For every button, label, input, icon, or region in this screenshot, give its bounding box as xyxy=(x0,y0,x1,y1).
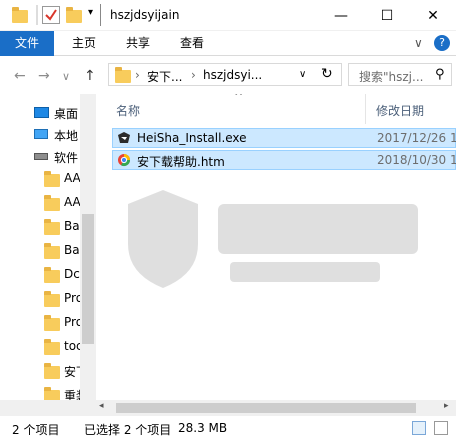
tab-view[interactable]: 查看 xyxy=(166,31,218,56)
address-separator: › xyxy=(191,68,196,82)
tab-share[interactable]: 共享 xyxy=(112,31,164,56)
exe-icon xyxy=(118,132,130,143)
file-row[interactable]: HeiSha_Install.exe 2017/12/26 15 xyxy=(112,128,456,148)
nav-item-label: AA xyxy=(64,171,81,185)
folder-icon xyxy=(44,195,60,211)
help-icon[interactable]: ? xyxy=(434,35,450,51)
navigation-bar: ← → ∨ ↑ › 安下... › hszjdsyi... ∨ ↻ 搜索"hsz… xyxy=(0,56,456,94)
address-bar[interactable]: › 安下... › hszjdsyi... ∨ ↻ xyxy=(108,63,342,86)
ribbon-tabs: 文件 主页 共享 查看 ∨ ? xyxy=(0,31,456,56)
search-icon[interactable]: ⚲ xyxy=(435,67,445,82)
title-bar: ▾ hszjdsyijain — ☐ ✕ xyxy=(0,0,456,31)
column-header-date[interactable]: 修改日期 xyxy=(376,102,424,119)
refresh-icon[interactable]: ↻ xyxy=(321,66,333,82)
file-list: ^ 名称 修改日期 HeiSha_Install.exe 2017/12/26 … xyxy=(96,94,456,416)
nav-pane-horizontal-scrollbar[interactable] xyxy=(0,400,96,416)
divider xyxy=(100,4,101,26)
computer-icon xyxy=(34,129,48,139)
htm-icon xyxy=(118,154,130,167)
column-header-name[interactable]: 名称 xyxy=(116,102,140,119)
file-name: 安下载帮助.htm xyxy=(137,155,225,169)
drive-icon xyxy=(34,153,48,160)
properties-icon[interactable] xyxy=(42,6,60,24)
nav-item-label: Ba xyxy=(64,243,80,257)
nav-item-label: 软件 xyxy=(54,151,79,165)
item-count: 2 个项目 xyxy=(12,423,60,437)
scroll-right-icon[interactable]: ▸ xyxy=(444,401,449,411)
breadcrumb-segment[interactable]: 安下... xyxy=(147,68,182,85)
back-button[interactable]: ← xyxy=(14,68,26,84)
minimize-button[interactable]: — xyxy=(318,0,364,31)
breadcrumb-segment[interactable]: hszjdsyi... xyxy=(203,68,262,82)
ribbon-collapse-icon[interactable]: ∨ xyxy=(414,36,423,50)
folder-icon xyxy=(44,315,60,331)
folder-icon xyxy=(44,339,60,355)
file-date: 2017/12/26 15 xyxy=(377,131,456,145)
file-row[interactable]: 安下载帮助.htm 2018/10/30 18 xyxy=(112,150,456,170)
tab-home[interactable]: 主页 xyxy=(58,31,110,56)
file-name: HeiSha_Install.exe xyxy=(137,131,247,145)
window-title: hszjdsyijain xyxy=(110,8,180,22)
horizontal-scrollbar[interactable]: ◂ ▸ xyxy=(96,400,456,416)
quick-access-dropdown-icon[interactable]: ▾ xyxy=(88,7,93,23)
maximize-button[interactable]: ☐ xyxy=(364,0,410,31)
tab-file[interactable]: 文件 xyxy=(0,31,54,56)
folder-icon xyxy=(44,243,60,259)
search-box[interactable]: 搜索"hszj... ⚲ xyxy=(348,63,452,86)
selection-count: 已选择 2 个项目 xyxy=(84,423,172,437)
desktop-icon xyxy=(34,107,49,118)
recent-locations-icon[interactable]: ∨ xyxy=(62,70,70,83)
folder-icon xyxy=(44,267,60,283)
close-button[interactable]: ✕ xyxy=(410,0,456,31)
nav-item-label: 桌面 xyxy=(54,107,79,121)
nav-item-label: 本地 xyxy=(54,129,79,143)
large-icons-view-icon[interactable] xyxy=(434,421,448,435)
scroll-left-icon[interactable]: ◂ xyxy=(99,401,104,411)
folder-icon xyxy=(44,171,60,187)
divider xyxy=(36,5,38,25)
column-divider[interactable] xyxy=(365,94,366,124)
nav-pane-scrollbar[interactable] xyxy=(80,94,96,416)
address-dropdown-icon[interactable]: ∨ xyxy=(299,69,306,80)
sort-indicator-icon: ^ xyxy=(234,94,244,103)
address-separator: › xyxy=(135,68,140,82)
watermark-logo xyxy=(128,190,418,288)
folder-icon xyxy=(115,67,131,83)
status-bar: 2 个项目 已选择 2 个项目 28.3 MB xyxy=(0,416,456,440)
file-date: 2018/10/30 18 xyxy=(377,153,456,167)
nav-item-label: Dc xyxy=(64,267,80,281)
search-input[interactable]: 搜索"hszj... xyxy=(359,68,423,85)
up-button[interactable]: ↑ xyxy=(84,68,96,84)
folder-icon xyxy=(44,363,60,379)
details-view-icon[interactable] xyxy=(412,421,426,435)
nav-item-label: AA xyxy=(64,195,81,209)
folder-icon xyxy=(44,291,60,307)
folder-icon xyxy=(44,219,60,235)
horizontal-scroll-thumb[interactable] xyxy=(116,403,416,413)
nav-pane-scroll-thumb[interactable] xyxy=(82,214,94,344)
selection-size: 28.3 MB xyxy=(178,421,228,435)
nav-item-label: Ba xyxy=(64,219,80,233)
forward-button[interactable]: → xyxy=(38,68,50,84)
